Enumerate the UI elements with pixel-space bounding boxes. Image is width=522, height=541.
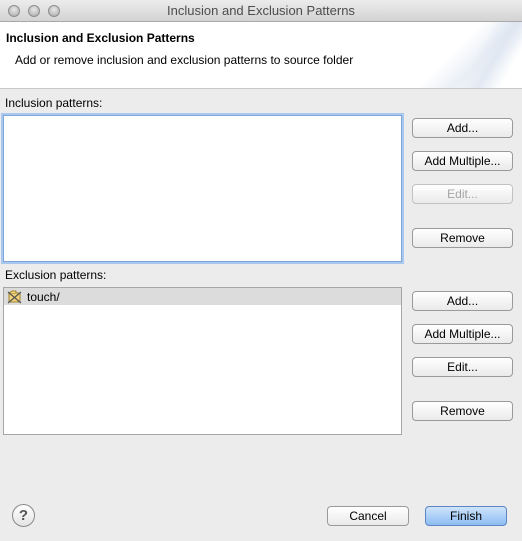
- exclusion-add-multiple-button[interactable]: Add Multiple...: [412, 324, 513, 344]
- exclusion-edit-button[interactable]: Edit...: [412, 357, 513, 377]
- exclusion-remove-button[interactable]: Remove: [412, 401, 513, 421]
- inclusion-patterns-label: Inclusion patterns:: [5, 96, 103, 110]
- inclusion-add-multiple-button[interactable]: Add Multiple...: [412, 151, 513, 171]
- inclusion-remove-button[interactable]: Remove: [412, 228, 513, 248]
- list-item[interactable]: touch/: [4, 288, 401, 305]
- help-icon[interactable]: ?: [12, 504, 35, 527]
- exclusion-patterns-list[interactable]: touch/: [3, 287, 402, 435]
- dialog-description: Add or remove inclusion and exclusion pa…: [15, 53, 354, 67]
- exclusion-add-button[interactable]: Add...: [412, 291, 513, 311]
- finish-button[interactable]: Finish: [425, 506, 507, 526]
- inclusion-add-button[interactable]: Add...: [412, 118, 513, 138]
- window-titlebar: Inclusion and Exclusion Patterns: [0, 0, 522, 22]
- dialog-heading: Inclusion and Exclusion Patterns: [6, 31, 195, 45]
- exclusion-patterns-label: Exclusion patterns:: [5, 268, 107, 282]
- inclusion-edit-button[interactable]: Edit...: [412, 184, 513, 204]
- inclusion-patterns-list[interactable]: [3, 115, 402, 262]
- header-decoration: [412, 22, 522, 88]
- dialog-header: Inclusion and Exclusion Patterns Add or …: [0, 22, 522, 89]
- exclusion-pattern-icon: [7, 290, 23, 304]
- window-title: Inclusion and Exclusion Patterns: [167, 3, 355, 18]
- exclusion-pattern-label: touch/: [27, 289, 60, 304]
- cancel-button[interactable]: Cancel: [327, 506, 409, 526]
